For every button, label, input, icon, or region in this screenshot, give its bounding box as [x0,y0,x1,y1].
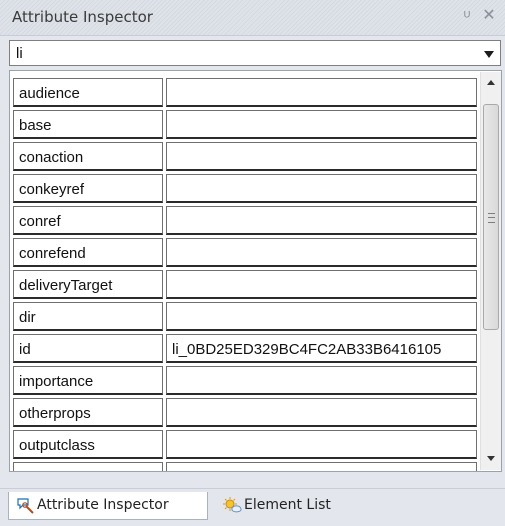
attribute-value-cell[interactable] [166,110,477,139]
attribute-name-cell: importance [13,366,163,395]
attribute-name-cell: deliveryTarget [13,270,163,299]
attribute-row[interactable]: base [10,109,477,141]
vertical-scrollbar[interactable] [480,72,501,470]
attribute-value-cell[interactable] [166,430,477,459]
attribute-value-cell[interactable] [166,142,477,171]
attribute-row[interactable]: id li_0BD25ED329BC4FC2AB33B6416105 [10,333,477,365]
attribute-row[interactable]: audience [10,77,477,109]
close-icon[interactable]: ✕ [480,7,498,25]
attribute-name-cell: outputclass [13,430,163,459]
attribute-value-cell[interactable]: li_0BD25ED329BC4FC2AB33B6416105 [166,334,477,363]
scroll-up-button[interactable] [481,74,501,92]
attribute-row[interactable]: deliveryTarget [10,269,477,301]
attribute-value-cell[interactable] [166,270,477,299]
attribute-name-cell: dir [13,302,163,331]
title-bar: Attribute Inspector ᵁ ✕ [0,0,505,36]
arrow-up-icon [487,80,495,85]
attribute-value-cell[interactable] [166,462,477,471]
element-selector-value: li [16,45,23,62]
attribute-row[interactable]: platform [10,461,477,471]
element-selector-dropdown[interactable]: li [9,40,501,66]
attribute-row[interactable]: conaction [10,141,477,173]
attribute-row[interactable]: conrefend [10,237,477,269]
attributes-grid: audience base conaction conkeyref conref conr… [9,70,502,472]
panel-title: Attribute Inspector [12,8,153,26]
attribute-inspector-panel: Attribute Inspector ᵁ ✕ li audience base c… [0,0,505,526]
pin-icon[interactable]: ᵁ [458,7,476,25]
attribute-value-cell[interactable] [166,366,477,395]
chevron-down-icon[interactable] [484,51,494,58]
attribute-row[interactable]: otherprops [10,397,477,429]
arrow-down-icon [487,456,495,461]
attribute-name-cell: conref [13,206,163,235]
tab-element-list-label: Element List [244,497,331,513]
attribute-row[interactable]: conkeyref [10,173,477,205]
attribute-inspector-icon [15,496,37,516]
attribute-row[interactable]: importance [10,365,477,397]
attribute-row[interactable]: dir [10,301,477,333]
attribute-row[interactable]: conref [10,205,477,237]
attribute-value-cell[interactable] [166,302,477,331]
attribute-name-cell: otherprops [13,398,163,427]
attribute-name-cell: conrefend [13,238,163,267]
tab-attribute-inspector-label: Attribute Inspector [37,497,169,513]
element-list-icon [222,496,244,516]
tab-element-list[interactable]: Element List [216,492,376,520]
attribute-name-cell: base [13,110,163,139]
attribute-name-cell: id [13,334,163,363]
attribute-name-cell: platform [13,462,163,471]
attribute-value-cell[interactable] [166,238,477,267]
attribute-name-cell: conaction [13,142,163,171]
attribute-row[interactable]: outputclass [10,429,477,461]
bottom-tab-bar: Attribute Inspector Element List [0,488,505,526]
attribute-name-cell: audience [13,78,163,107]
attribute-value-cell[interactable] [166,78,477,107]
attribute-value-cell[interactable] [166,206,477,235]
scroll-down-button[interactable] [481,450,501,468]
attribute-value-cell[interactable] [166,174,477,203]
attribute-name-cell: conkeyref [13,174,163,203]
attribute-value-cell[interactable] [166,398,477,427]
scroll-thumb[interactable] [483,104,499,330]
grip-icon [488,213,495,223]
tab-attribute-inspector[interactable]: Attribute Inspector [8,492,208,520]
